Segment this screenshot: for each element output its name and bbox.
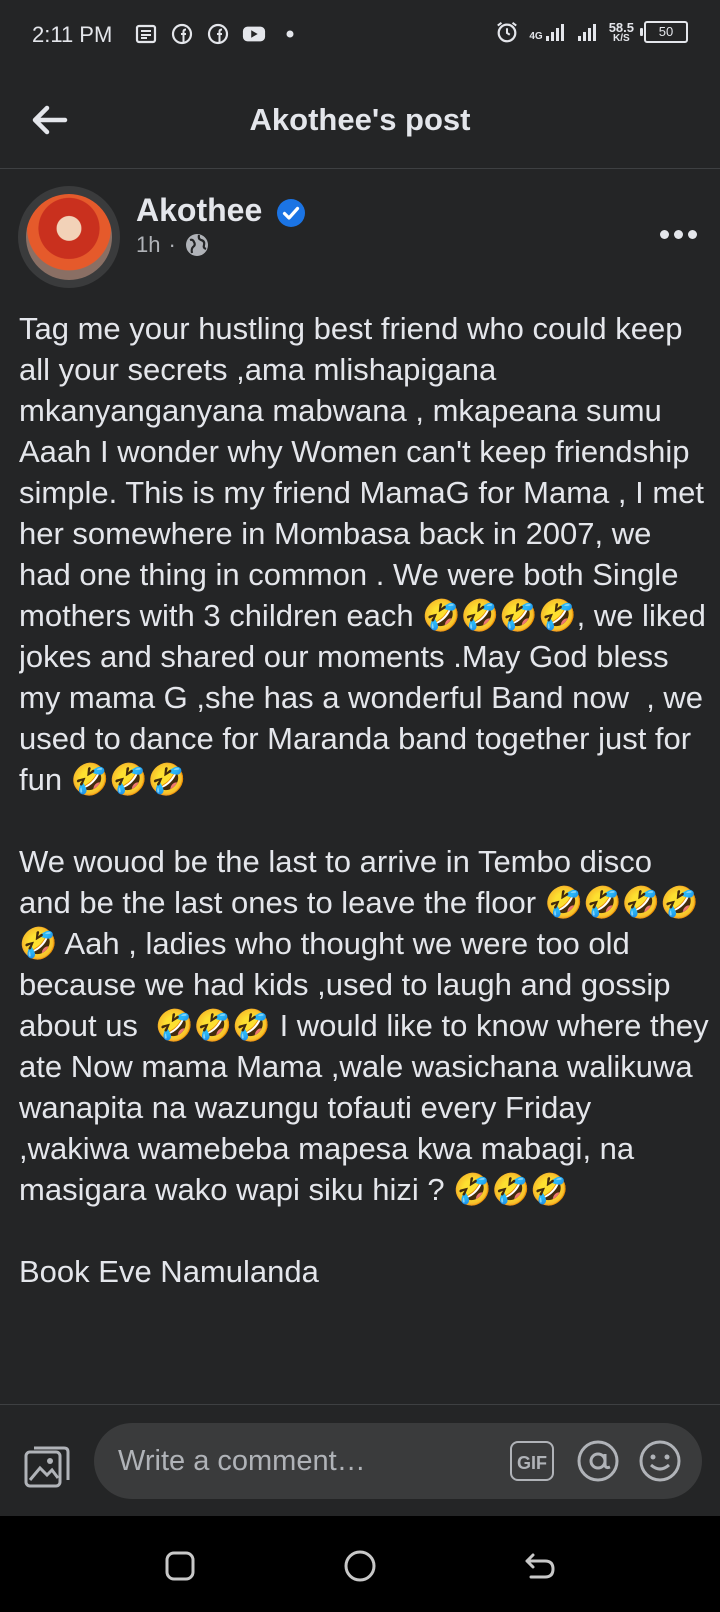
more-dot-icon bbox=[687, 229, 697, 239]
post-paragraph: Book Eve Namulanda bbox=[19, 1254, 319, 1289]
dot-icon bbox=[278, 22, 302, 46]
facebook-notification-icon bbox=[170, 22, 194, 46]
signal-icon-2 bbox=[577, 24, 596, 41]
recents-icon bbox=[165, 1551, 195, 1581]
home-icon bbox=[344, 1550, 376, 1582]
gif-button[interactable]: GIF bbox=[510, 1441, 554, 1481]
app-header: Akothee's post bbox=[0, 72, 720, 169]
avatar[interactable] bbox=[26, 194, 112, 280]
comment-bar: Write a comment… GIF bbox=[0, 1404, 720, 1517]
mention-button[interactable] bbox=[576, 1439, 620, 1483]
emoji-button[interactable] bbox=[638, 1439, 682, 1483]
notification-icons bbox=[134, 22, 302, 46]
post-paragraph: We wouod be the last to arrive in Tembo … bbox=[19, 844, 709, 1207]
globe-icon bbox=[185, 234, 208, 256]
network-speed-unit: K/S bbox=[613, 32, 630, 44]
more-dot-icon bbox=[673, 229, 683, 239]
system-icons: 4G 58.5 K/S 50 bbox=[495, 20, 688, 44]
home-button[interactable] bbox=[340, 1546, 380, 1586]
author-name[interactable]: Akothee bbox=[136, 192, 262, 229]
network-type-label: 4G bbox=[529, 31, 543, 42]
network-speed-value: 58.5 bbox=[608, 19, 634, 35]
comment-input[interactable]: Write a comment… GIF bbox=[94, 1423, 702, 1499]
battery-icon: 50 bbox=[640, 21, 688, 43]
back-nav-button[interactable] bbox=[520, 1546, 560, 1586]
page-title: Akothee's post bbox=[249, 102, 471, 137]
post-time[interactable]: 1h bbox=[136, 232, 160, 258]
alarm-icon bbox=[495, 20, 519, 44]
photo-button[interactable] bbox=[20, 1439, 74, 1493]
system-navigation-bar bbox=[0, 1516, 720, 1612]
comment-placeholder: Write a comment… bbox=[118, 1445, 366, 1477]
facebook-notification-icon-2 bbox=[206, 22, 230, 46]
news-notification-icon bbox=[134, 22, 158, 46]
at-icon bbox=[577, 1440, 619, 1482]
status-bar: 2:11 PM 4G 58.5 K/S 50 bbox=[0, 0, 720, 72]
post-header: Akothee 1h · bbox=[0, 168, 720, 298]
smiley-icon bbox=[639, 1440, 681, 1482]
post-text: Tag me your hustling best friend who cou… bbox=[19, 308, 709, 1404]
youtube-notification-icon bbox=[242, 22, 266, 46]
network-speed: 58.5 K/S bbox=[609, 21, 634, 44]
back-nav-icon bbox=[525, 1553, 555, 1579]
verified-badge-icon bbox=[276, 198, 306, 233]
status-time: 2:11 PM bbox=[32, 22, 113, 47]
post-paragraph: Tag me your hustling best friend who cou… bbox=[19, 311, 706, 797]
meta-separator: · bbox=[168, 232, 176, 257]
recents-button[interactable] bbox=[160, 1546, 200, 1586]
signal-icon bbox=[545, 24, 564, 41]
post-meta: 1h · bbox=[136, 232, 210, 258]
network-type: 4G bbox=[529, 22, 566, 42]
more-options-button[interactable] bbox=[656, 222, 700, 246]
photo-icon bbox=[24, 1446, 70, 1488]
more-dot-icon bbox=[659, 229, 669, 239]
